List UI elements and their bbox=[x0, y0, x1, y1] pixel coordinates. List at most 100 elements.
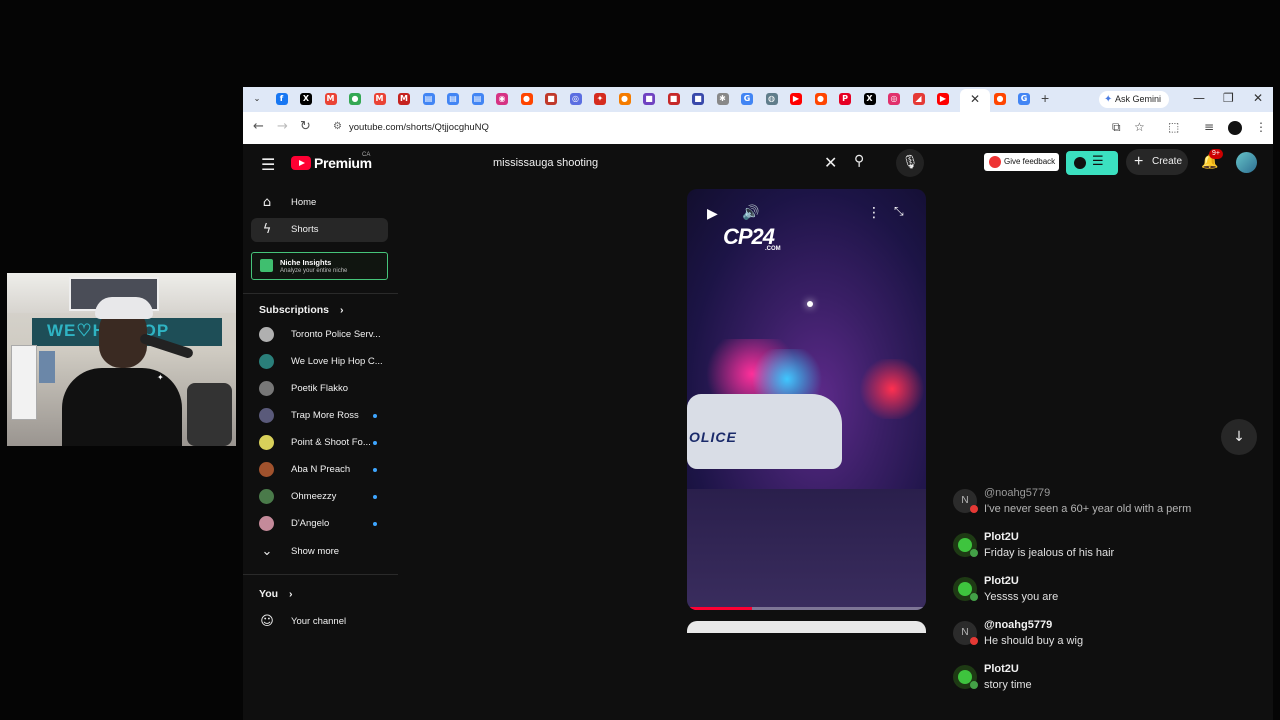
reddit-icon[interactable]: ● bbox=[994, 93, 1006, 105]
show-more-button[interactable]: ⌄ Show more bbox=[251, 540, 388, 564]
expand-icon[interactable]: ⤡ bbox=[894, 204, 904, 219]
tab-close-icon[interactable]: ✕ bbox=[970, 92, 980, 106]
create-label: Create bbox=[1152, 156, 1183, 167]
docs-icon[interactable]: ▤ bbox=[471, 93, 484, 105]
give-feedback-button[interactable]: Give feedback bbox=[984, 153, 1059, 171]
voice-search-button[interactable]: 🎙 bbox=[896, 149, 924, 177]
google-icon[interactable]: G bbox=[1018, 93, 1030, 105]
back-button[interactable]: ← bbox=[253, 119, 264, 134]
niche-insights-card[interactable]: Niche Insights Analyze your entire niche bbox=[251, 252, 388, 280]
hamburger-menu-icon[interactable]: ☰ bbox=[261, 155, 275, 174]
podcast-icon[interactable]: ◉ bbox=[496, 93, 508, 105]
subscriptions-header[interactable]: Subscriptions › bbox=[259, 304, 343, 316]
restore-button[interactable]: ❐ bbox=[1223, 91, 1234, 105]
green-ext-icon[interactable]: ● bbox=[349, 93, 361, 105]
ask-gemini-button[interactable]: ✦ Ask Gemini bbox=[1099, 91, 1169, 108]
globe-icon[interactable]: ◍ bbox=[765, 93, 778, 105]
bookmark-star-icon[interactable]: ☆ bbox=[1134, 120, 1145, 134]
google-icon[interactable]: G bbox=[741, 93, 753, 105]
more-options-icon[interactable]: ⋮ bbox=[867, 205, 881, 221]
red-shield-icon[interactable]: ■ bbox=[667, 93, 680, 105]
clear-search-icon[interactable]: ✕ bbox=[824, 153, 837, 172]
search-query[interactable]: mississauga shooting bbox=[493, 157, 598, 169]
chevron-down-icon[interactable]: ⌄ bbox=[251, 93, 263, 105]
search-icon[interactable]: ⚲ bbox=[854, 153, 864, 169]
blue-square-icon[interactable]: ■ bbox=[692, 93, 704, 105]
forward-button[interactable]: → bbox=[277, 119, 288, 134]
docs-icon[interactable]: ▤ bbox=[422, 93, 435, 105]
x-icon[interactable]: X bbox=[863, 93, 876, 105]
media-controls-icon[interactable]: ≡ bbox=[1204, 120, 1214, 134]
extensions-icon[interactable]: ⬚ bbox=[1168, 120, 1179, 134]
webcam-frame-small bbox=[39, 351, 55, 383]
next-short-button[interactable]: ↓ bbox=[1221, 419, 1257, 455]
show-more-label: Show more bbox=[291, 546, 340, 557]
sidebar-item-your-channel[interactable]: ☺ Your channel bbox=[251, 610, 388, 634]
channel-avatar bbox=[259, 327, 274, 342]
minimize-button[interactable]: — bbox=[1193, 91, 1205, 105]
x-icon[interactable]: X bbox=[300, 93, 312, 105]
shorts-video-player[interactable]: OLICE CP24 .COM ▶ 🔊 ⋮ ⤡ bbox=[687, 189, 926, 610]
youtube-icon[interactable]: ▶ bbox=[937, 93, 949, 105]
search-input[interactable]: mississauga shooting ✕ bbox=[481, 149, 847, 177]
youtube-masthead: ☰ Premium CA mississauga shooting ✕ ⚲ 🎙 … bbox=[243, 144, 1273, 182]
chat-text: Friday is jealous of his hair bbox=[984, 547, 1115, 559]
youtube-icon[interactable]: ▶ bbox=[790, 93, 802, 105]
circle-blue-icon[interactable]: ◎ bbox=[569, 93, 582, 105]
youtube-logo-icon[interactable] bbox=[291, 156, 311, 170]
volume-icon[interactable]: 🔊 bbox=[742, 205, 759, 221]
square-red-icon[interactable]: ■ bbox=[545, 93, 557, 105]
region-code: CA bbox=[362, 152, 371, 158]
gmail-icon[interactable]: M bbox=[398, 93, 410, 105]
subscriptions-title: Subscriptions bbox=[259, 304, 330, 316]
video-red-light-right bbox=[857, 359, 926, 419]
notification-count-badge: 9+ bbox=[1209, 149, 1223, 159]
instagram-icon[interactable]: ◎ bbox=[888, 93, 900, 105]
you-header[interactable]: You › bbox=[259, 588, 292, 600]
chat-username: @noahg5779 bbox=[984, 619, 1053, 631]
new-tab-button[interactable]: + bbox=[1041, 90, 1049, 106]
maple-leaf-icon[interactable]: ✦ bbox=[594, 93, 606, 105]
gmail-icon[interactable]: M bbox=[324, 93, 337, 105]
gear-icon[interactable]: ✱ bbox=[716, 93, 729, 105]
chevron-right-icon: › bbox=[288, 588, 293, 600]
subscription-label: Poetik Flakko bbox=[291, 383, 349, 394]
tab-active[interactable]: ✕ bbox=[960, 89, 990, 112]
sidebar-divider bbox=[243, 574, 398, 575]
niche-insights-logo-icon bbox=[260, 259, 273, 272]
video-progress-bar[interactable] bbox=[687, 607, 926, 610]
play-icon[interactable]: ▶ bbox=[707, 206, 718, 222]
docs-icon[interactable]: ▤ bbox=[447, 93, 459, 105]
close-window-button[interactable]: ✕ bbox=[1253, 91, 1263, 105]
new-content-dot bbox=[373, 495, 377, 499]
pinterest-icon[interactable]: P bbox=[839, 93, 851, 105]
purple-icon[interactable]: ■ bbox=[643, 93, 655, 105]
chat-username: @noahg5779 bbox=[984, 487, 1051, 499]
channel-avatar bbox=[259, 354, 274, 369]
extension-button[interactable]: ☰ bbox=[1066, 151, 1118, 175]
red-link-icon[interactable]: ◢ bbox=[912, 93, 925, 105]
orange-circle-icon[interactable]: ● bbox=[618, 93, 631, 105]
reddit-icon[interactable]: ● bbox=[814, 93, 827, 105]
address-bar[interactable]: ⚙ youtube.com/shorts/QtjjocghuNQ bbox=[329, 117, 1113, 139]
site-info-icon[interactable]: ⚙ bbox=[333, 121, 342, 132]
account-avatar[interactable] bbox=[1236, 152, 1257, 173]
reload-button[interactable]: ↻ bbox=[300, 119, 311, 134]
reddit-icon[interactable]: ● bbox=[520, 93, 533, 105]
webcam-person-body bbox=[62, 368, 182, 446]
chat-message: Plot2U Yessss you are bbox=[945, 574, 1265, 614]
install-app-icon[interactable]: ⧉ bbox=[1112, 120, 1121, 135]
address-url[interactable]: youtube.com/shorts/QtjjocghuNQ bbox=[349, 122, 489, 133]
profile-avatar[interactable] bbox=[1228, 121, 1242, 135]
extension-menu-icon: ☰ bbox=[1092, 154, 1104, 169]
browser-menu-icon[interactable]: ⋮ bbox=[1255, 120, 1267, 134]
subscription-label: Aba N Preach bbox=[291, 464, 351, 475]
next-short-preview[interactable] bbox=[687, 621, 926, 633]
sidebar-item-home[interactable]: ⌂ Home bbox=[251, 191, 388, 215]
facebook-icon[interactable]: f bbox=[275, 93, 288, 105]
sidebar-item-shorts[interactable]: ϟ Shorts bbox=[251, 218, 388, 242]
channel-avatar bbox=[259, 516, 274, 531]
gmail-icon[interactable]: M bbox=[373, 93, 386, 105]
shirt-logo-icon: ✦ bbox=[157, 373, 164, 382]
create-button[interactable]: + Create bbox=[1126, 149, 1188, 175]
